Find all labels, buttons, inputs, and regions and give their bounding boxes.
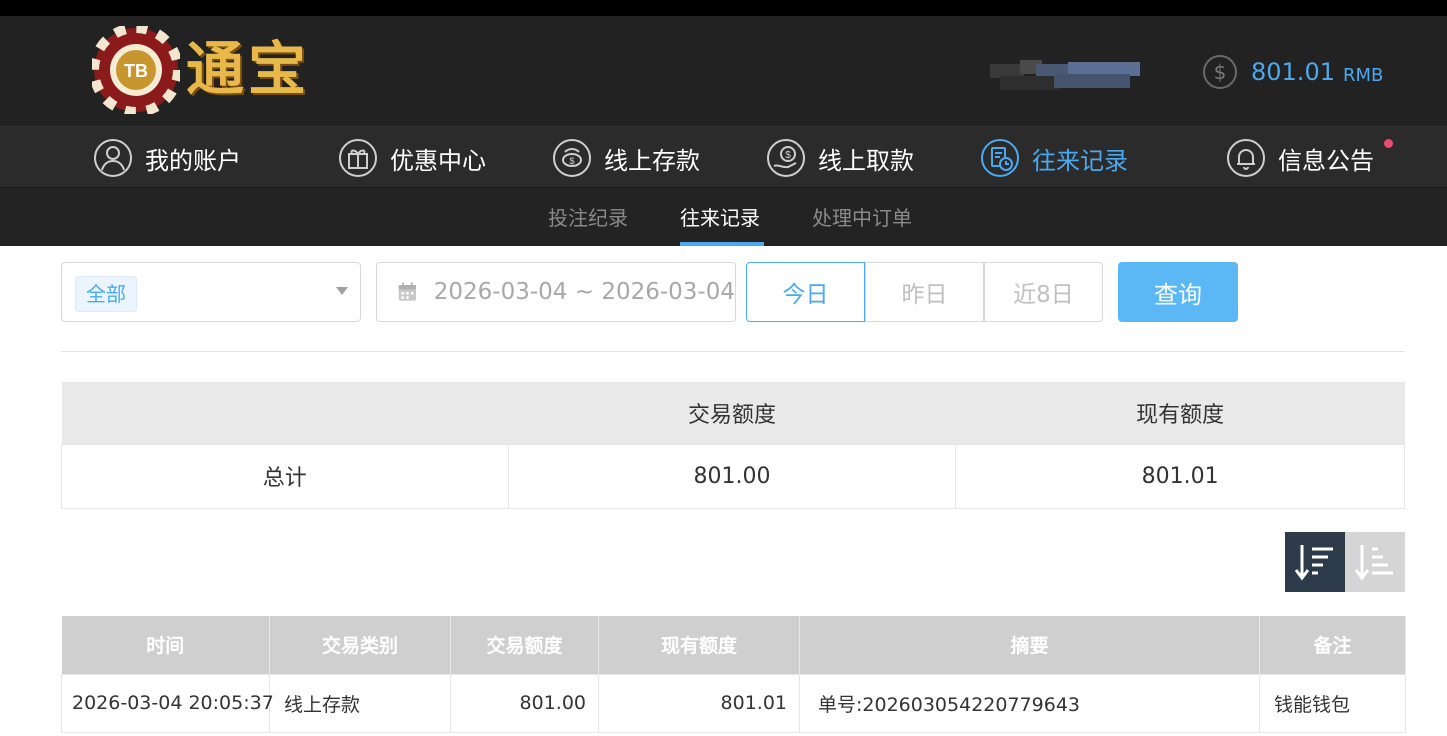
chip-text: TB xyxy=(124,61,148,81)
summary-header-balance: 现有额度 xyxy=(955,382,1405,444)
summary-header-amount: 交易额度 xyxy=(508,382,956,444)
gift-icon xyxy=(339,139,377,177)
table-row: 2026-03-04 20:05:37 线上存款 801.00 801.01 单… xyxy=(61,673,1406,733)
summary-total-amount: 801.00 xyxy=(507,443,957,509)
cell-amount: 801.00 xyxy=(450,673,599,733)
range-last-8-days-button[interactable]: 近8日 xyxy=(984,262,1103,322)
nav-item-promotions[interactable]: 优惠中心 xyxy=(338,136,486,180)
sort-toggle xyxy=(1285,532,1405,592)
window-top-strip xyxy=(0,0,1447,16)
sort-descending-button[interactable] xyxy=(1285,532,1345,592)
brand-name: 通宝 xyxy=(186,35,311,103)
nav-label: 我的账户 xyxy=(145,146,241,175)
svg-text:$: $ xyxy=(785,150,791,161)
sub-nav: 投注纪录 往来记录 处理中订单 xyxy=(0,188,1447,246)
tab-betting-records[interactable]: 投注纪录 xyxy=(548,202,628,231)
nav-item-announcements[interactable]: 信息公告 xyxy=(1226,136,1374,180)
col-header-type: 交易类别 xyxy=(269,616,451,674)
records-header-row: 时间 交易类别 交易额度 现有额度 摘要 备注 xyxy=(61,616,1406,674)
notification-dot xyxy=(1384,139,1393,148)
query-button[interactable]: 查询 xyxy=(1118,262,1238,322)
username-redacted xyxy=(990,60,1140,90)
balance-amount: 801.01 xyxy=(1251,58,1335,86)
deposit-icon: $ xyxy=(553,139,591,177)
dollar-coin-icon: $ xyxy=(1203,55,1237,89)
summary-header-blank xyxy=(61,382,509,444)
user-icon xyxy=(94,139,132,177)
summary-table: 交易额度 现有额度 总计 801.00 801.01 xyxy=(61,382,1405,509)
site-header: TB 通宝 $ 801.01 RMB xyxy=(0,16,1447,126)
sort-ascending-button[interactable] xyxy=(1345,532,1405,592)
cell-summary: 单号:202603054220779643 xyxy=(799,673,1260,733)
records-icon xyxy=(981,139,1019,177)
cell-balance: 801.01 xyxy=(598,673,800,733)
brand-logo[interactable]: TB 通宝 xyxy=(92,26,332,114)
col-header-time: 时间 xyxy=(61,616,270,674)
sort-descending-icon xyxy=(1294,545,1333,581)
summary-header-row: 交易额度 现有额度 xyxy=(61,382,1405,444)
active-tab-indicator xyxy=(680,242,764,246)
cell-time: 2026-03-04 20:05:37 xyxy=(61,673,274,733)
nav-label: 优惠中心 xyxy=(390,146,486,175)
poker-chip-logo-icon: TB xyxy=(92,26,180,114)
col-header-balance: 现有额度 xyxy=(598,616,800,674)
main-nav: 我的账户 优惠中心 $ 线上存款 $ 线上取款 往来记录 信息公告 xyxy=(0,126,1447,188)
col-header-amount: 交易额度 xyxy=(450,616,599,674)
cell-remark: 钱能钱包 xyxy=(1259,673,1406,733)
balance-display: $ 801.01 RMB xyxy=(1203,54,1383,90)
cell-type: 线上存款 xyxy=(269,673,451,733)
sort-ascending-icon xyxy=(1354,545,1393,581)
summary-total-row: 总计 801.00 801.01 xyxy=(61,443,1405,509)
nav-item-online-deposit[interactable]: $ 线上存款 xyxy=(552,136,700,180)
col-header-remark: 备注 xyxy=(1259,616,1406,674)
tab-pending-orders[interactable]: 处理中订单 xyxy=(812,202,912,231)
col-header-summary: 摘要 xyxy=(799,616,1260,674)
nav-item-transaction-records[interactable]: 往来记录 xyxy=(980,136,1128,180)
nav-label: 线上存款 xyxy=(604,146,700,175)
records-table: 时间 交易类别 交易额度 现有额度 摘要 备注 2026-03-04 20:05… xyxy=(61,616,1406,733)
balance-currency: RMB xyxy=(1342,64,1384,86)
date-range-value: 2026-03-04 ~ 2026-03-04 xyxy=(433,279,735,305)
range-today-button[interactable]: 今日 xyxy=(746,262,865,322)
nav-item-my-account[interactable]: 我的账户 xyxy=(93,136,241,180)
filter-divider xyxy=(61,351,1405,352)
nav-label: 往来记录 xyxy=(1032,146,1128,175)
transaction-type-select[interactable]: 全部 xyxy=(61,262,361,322)
summary-total-balance: 801.01 xyxy=(955,443,1405,509)
calendar-icon xyxy=(398,282,417,301)
bell-icon xyxy=(1227,139,1265,177)
withdraw-icon: $ xyxy=(767,139,805,177)
date-range-picker[interactable]: 2026-03-04 ~ 2026-03-04 xyxy=(376,262,736,322)
svg-text:$: $ xyxy=(569,156,574,166)
range-yesterday-button[interactable]: 昨日 xyxy=(865,262,984,322)
tab-transaction-records[interactable]: 往来记录 xyxy=(680,202,760,231)
chevron-down-icon[interactable] xyxy=(336,287,348,295)
nav-item-online-withdraw[interactable]: $ 线上取款 xyxy=(766,136,914,180)
summary-total-label: 总计 xyxy=(61,443,509,509)
selected-type-tag[interactable]: 全部 xyxy=(75,276,137,312)
nav-label: 线上取款 xyxy=(818,146,914,175)
nav-label: 信息公告 xyxy=(1278,146,1374,175)
